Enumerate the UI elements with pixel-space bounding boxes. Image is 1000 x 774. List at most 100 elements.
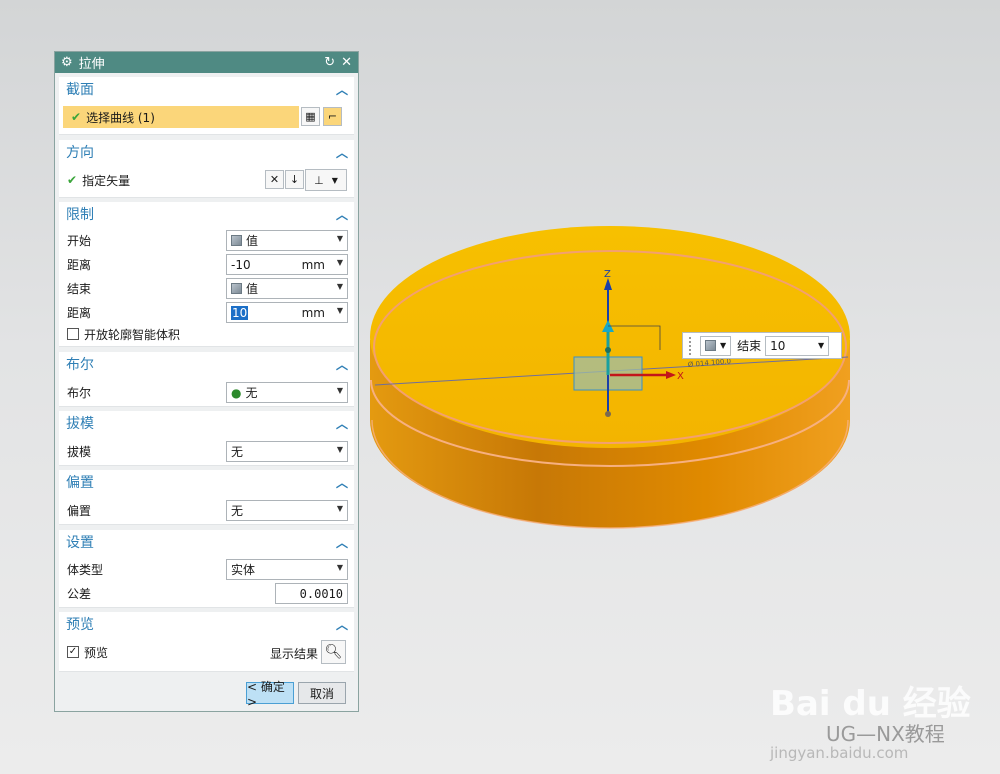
select-curve-row[interactable]: ✔ 选择曲线 (1) — [63, 106, 299, 128]
draft-select[interactable]: 无 ▼ — [226, 441, 348, 462]
end-label: 结束 — [67, 281, 92, 296]
chevron-up-icon[interactable]: ︿ — [336, 144, 348, 161]
preview-group: 预览 ︿ ✓ 预览 显示结果 🔍︎ — [59, 612, 354, 672]
section-header[interactable]: 截面 ︿ — [59, 77, 354, 101]
chevron-down-icon: ▼ — [336, 386, 343, 395]
offset-value: 无 — [231, 504, 244, 518]
chevron-up-icon[interactable]: ︿ — [336, 616, 348, 633]
limits-title: 限制 — [66, 207, 94, 223]
preview-label: 预览 — [84, 645, 109, 660]
distance2-label: 距离 — [67, 305, 92, 320]
boolean-header[interactable]: 布尔 ︿ — [59, 352, 354, 376]
select-curve-label: 选择曲线 (1) — [86, 110, 155, 125]
boolean-none-icon: ● — [231, 385, 242, 400]
chevron-up-icon[interactable]: ︿ — [336, 415, 348, 432]
tolerance-input[interactable]: 0.0010 — [275, 583, 348, 604]
start-distance-value: -10 — [231, 257, 251, 272]
sketch-section-button[interactable]: ▦ — [301, 107, 320, 126]
value-cube-icon — [231, 283, 242, 294]
tolerance-label: 公差 — [67, 586, 92, 601]
dialog-title: 拉伸 — [78, 57, 105, 72]
origin-point — [605, 347, 611, 353]
start-distance-input[interactable]: -10 mm ▼ — [226, 254, 348, 275]
preview-header[interactable]: 预览 ︿ — [59, 612, 354, 636]
end-value-text: 10 — [770, 338, 786, 353]
vector-dialog-icon[interactable]: ↓ — [285, 170, 304, 189]
base-point — [605, 411, 611, 417]
dialog-titlebar[interactable]: ⚙ 拉伸 ↻ ✕ — [55, 52, 358, 73]
close-icon[interactable]: ✕ — [341, 55, 352, 70]
chevron-up-icon[interactable]: ︿ — [336, 534, 348, 551]
chevron-down-icon: ▼ — [336, 445, 343, 454]
x-axis-label: X — [677, 371, 684, 382]
settings-title: 设置 — [66, 535, 94, 551]
offset-label: 偏置 — [67, 503, 92, 518]
chevron-up-icon[interactable]: ︿ — [336, 206, 348, 223]
chevron-down-icon: ▼ — [336, 563, 343, 572]
chevron-down-icon: ▼ — [331, 175, 338, 185]
cancel-button[interactable]: 取消 — [298, 682, 346, 704]
draft-title: 拔模 — [66, 416, 94, 432]
gear-icon[interactable]: ⚙ — [61, 55, 73, 70]
end-value-field[interactable]: 10 ▼ — [765, 335, 830, 356]
open-profile-checkbox[interactable] — [67, 328, 79, 340]
body-type-value: 实体 — [231, 563, 256, 577]
vector-type-dropdown[interactable]: ⊥ ▼ — [305, 169, 347, 191]
preview-title: 预览 — [66, 617, 94, 633]
axis-vector-icon: ⊥ — [314, 173, 324, 187]
z-axis-label: Z — [604, 269, 611, 280]
ok-button[interactable]: < 确定 > — [246, 680, 294, 709]
start-type-value: 值 — [246, 234, 259, 248]
offset-select[interactable]: 无 ▼ — [226, 500, 348, 521]
start-distance-unit: mm — [301, 258, 325, 272]
curve-select-button[interactable]: ⌐ — [323, 107, 342, 126]
open-profile-row[interactable]: 开放轮廓智能体积 — [59, 323, 354, 345]
reverse-direction-icon[interactable]: ✕ — [265, 170, 284, 189]
show-result-label: 显示结果 — [270, 647, 319, 661]
end-distance-unit: mm — [301, 306, 325, 320]
cancel-button-label: 取消 — [309, 686, 334, 701]
drag-grip-icon[interactable] — [689, 336, 692, 355]
boolean-select[interactable]: ● 无 ▼ — [226, 382, 348, 403]
reset-icon[interactable]: ↻ — [324, 55, 335, 70]
boolean-label: 布尔 — [67, 385, 92, 400]
end-label: 结束 — [737, 339, 762, 353]
body-type-select[interactable]: 实体 ▼ — [226, 559, 348, 580]
limits-header[interactable]: 限制 ︿ — [59, 202, 354, 226]
end-distance-input[interactable]: 10 mm ▼ — [226, 302, 348, 323]
boolean-value: 无 — [245, 386, 258, 400]
watermark-site: jingyan.baidu.com — [770, 744, 909, 762]
ok-button-label: < 确定 > — [247, 679, 285, 709]
offset-header[interactable]: 偏置 ︿ — [59, 470, 354, 494]
watermark-channel: UG—NX教程 — [826, 722, 945, 746]
show-result-button[interactable]: 🔍︎ — [321, 640, 346, 664]
offset-title: 偏置 — [66, 475, 94, 491]
start-label: 开始 — [67, 233, 92, 248]
value-cube-icon — [705, 340, 716, 351]
open-profile-label: 开放轮廓智能体积 — [84, 327, 181, 342]
section-group: 截面 ︿ ✔ 选择曲线 (1) ▦ ⌐ — [59, 77, 354, 135]
preview-checkbox[interactable]: ✓ — [67, 646, 79, 658]
check-icon: ✔ — [67, 173, 78, 187]
chevron-up-icon[interactable]: ︿ — [336, 81, 348, 98]
end-type-select[interactable]: 值 ▼ — [226, 278, 348, 299]
offset-group: 偏置 ︿ 偏置 无 ▼ — [59, 470, 354, 525]
chevron-up-icon[interactable]: ︿ — [336, 356, 348, 373]
body-type-label: 体类型 — [67, 562, 104, 577]
chevron-down-icon: ▼ — [818, 340, 825, 350]
settings-header[interactable]: 设置 ︿ — [59, 530, 354, 554]
extrude-dialog: ⚙ 拉伸 ↻ ✕ 截面 ︿ ✔ 选择曲线 (1) ▦ ⌐ 方向 ︿ ✔ 指定矢量… — [54, 51, 359, 712]
direction-title: 方向 — [66, 145, 94, 161]
draft-label: 拔模 — [67, 444, 92, 459]
chevron-down-icon: ▼ — [720, 341, 727, 350]
distance1-label: 距离 — [67, 257, 92, 272]
chevron-up-icon[interactable]: ︿ — [336, 474, 348, 491]
draft-header[interactable]: 拔模 ︿ — [59, 411, 354, 435]
end-distance-onscreen-input: ▼ 结束 10 ▼ — [682, 332, 842, 359]
direction-header[interactable]: 方向 ︿ — [59, 140, 354, 164]
draft-group: 拔模 ︿ 拔模 无 ▼ — [59, 411, 354, 466]
start-type-select[interactable]: 值 ▼ — [226, 230, 348, 251]
chevron-down-icon: ▼ — [336, 258, 343, 267]
limit-type-dropdown[interactable]: ▼ — [700, 335, 732, 356]
limits-group: 限制 ︿ 开始 值 ▼ 距离 -10 mm ▼ 结束 值 ▼ 距离 10 mm … — [59, 202, 354, 347]
